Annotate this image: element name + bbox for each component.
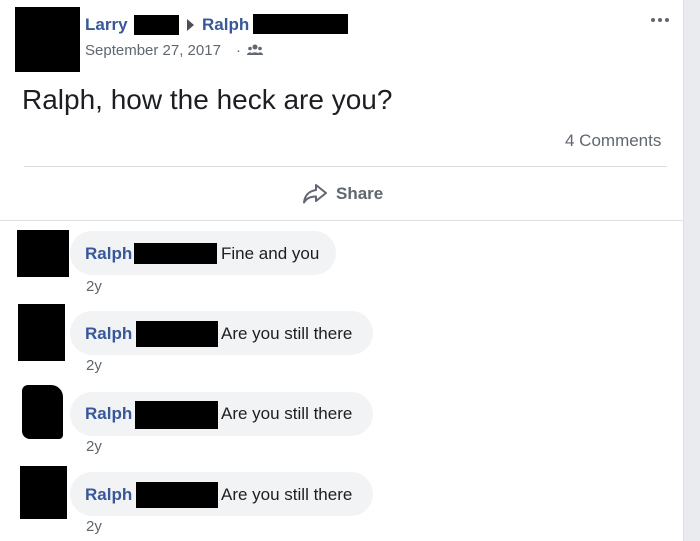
comment-text: Are you still there [221, 324, 353, 343]
comment-text: Are you still there [221, 404, 353, 423]
comments-divider [0, 220, 683, 221]
redacted-commenter-surname [134, 243, 217, 264]
comment-author-name[interactable]: Ralph [85, 485, 132, 505]
comment-avatar[interactable] [17, 230, 69, 277]
comment-avatar[interactable] [22, 385, 63, 439]
comment-author-name[interactable]: Ralph [85, 404, 132, 424]
share-label: Share [336, 184, 384, 203]
comment-timestamp[interactable]: 2y [86, 518, 102, 535]
redacted-commenter-surname [136, 482, 218, 508]
share-button[interactable]: Share [302, 180, 383, 208]
caret-right-icon [187, 19, 194, 31]
divider [24, 166, 667, 167]
redacted-recipient-surname [253, 14, 348, 34]
friends-icon [247, 44, 263, 55]
author-avatar[interactable] [15, 7, 80, 72]
recipient-name[interactable]: Ralph [202, 15, 249, 35]
redacted-author-surname [134, 15, 179, 35]
comment-avatar[interactable] [18, 304, 65, 361]
comments-count-link[interactable]: 4 Comments [565, 131, 661, 151]
redacted-commenter-surname [135, 401, 218, 429]
comment-timestamp[interactable]: 2y [86, 278, 102, 295]
post-date[interactable]: September 27, 2017 [85, 42, 221, 59]
share-arrow-icon [303, 184, 327, 204]
redacted-commenter-surname [136, 321, 218, 347]
author-name[interactable]: Larry [85, 15, 128, 35]
post-text: Ralph, how the heck are you? [22, 84, 393, 115]
post-card: Larry Ralph September 27, 2017 · Ralph, … [0, 0, 684, 541]
more-dot-icon [665, 18, 669, 22]
more-dot-icon [651, 18, 655, 22]
more-dot-icon [658, 18, 662, 22]
comment-avatar[interactable] [20, 466, 67, 519]
comment-author-name[interactable]: Ralph [85, 244, 132, 264]
meta-separator: · [236, 42, 241, 59]
comment-text: Are you still there [221, 485, 353, 504]
comment-timestamp[interactable]: 2y [86, 438, 102, 455]
comment-text: Fine and you [221, 244, 320, 263]
comment-timestamp[interactable]: 2y [86, 357, 102, 374]
comment-author-name[interactable]: Ralph [85, 324, 132, 344]
